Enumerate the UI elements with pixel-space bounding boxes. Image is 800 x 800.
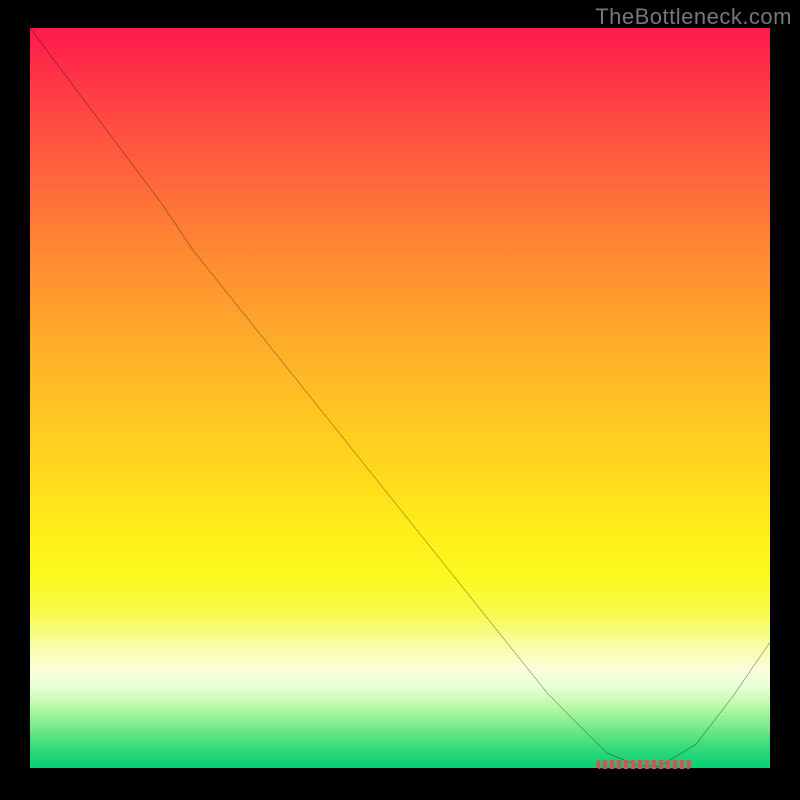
bottleneck-curve (30, 28, 770, 768)
curve-path (30, 28, 770, 767)
optimal-range-marker (596, 760, 692, 769)
chart-plot-area (30, 28, 770, 768)
watermark-text: TheBottleneck.com (595, 4, 792, 30)
